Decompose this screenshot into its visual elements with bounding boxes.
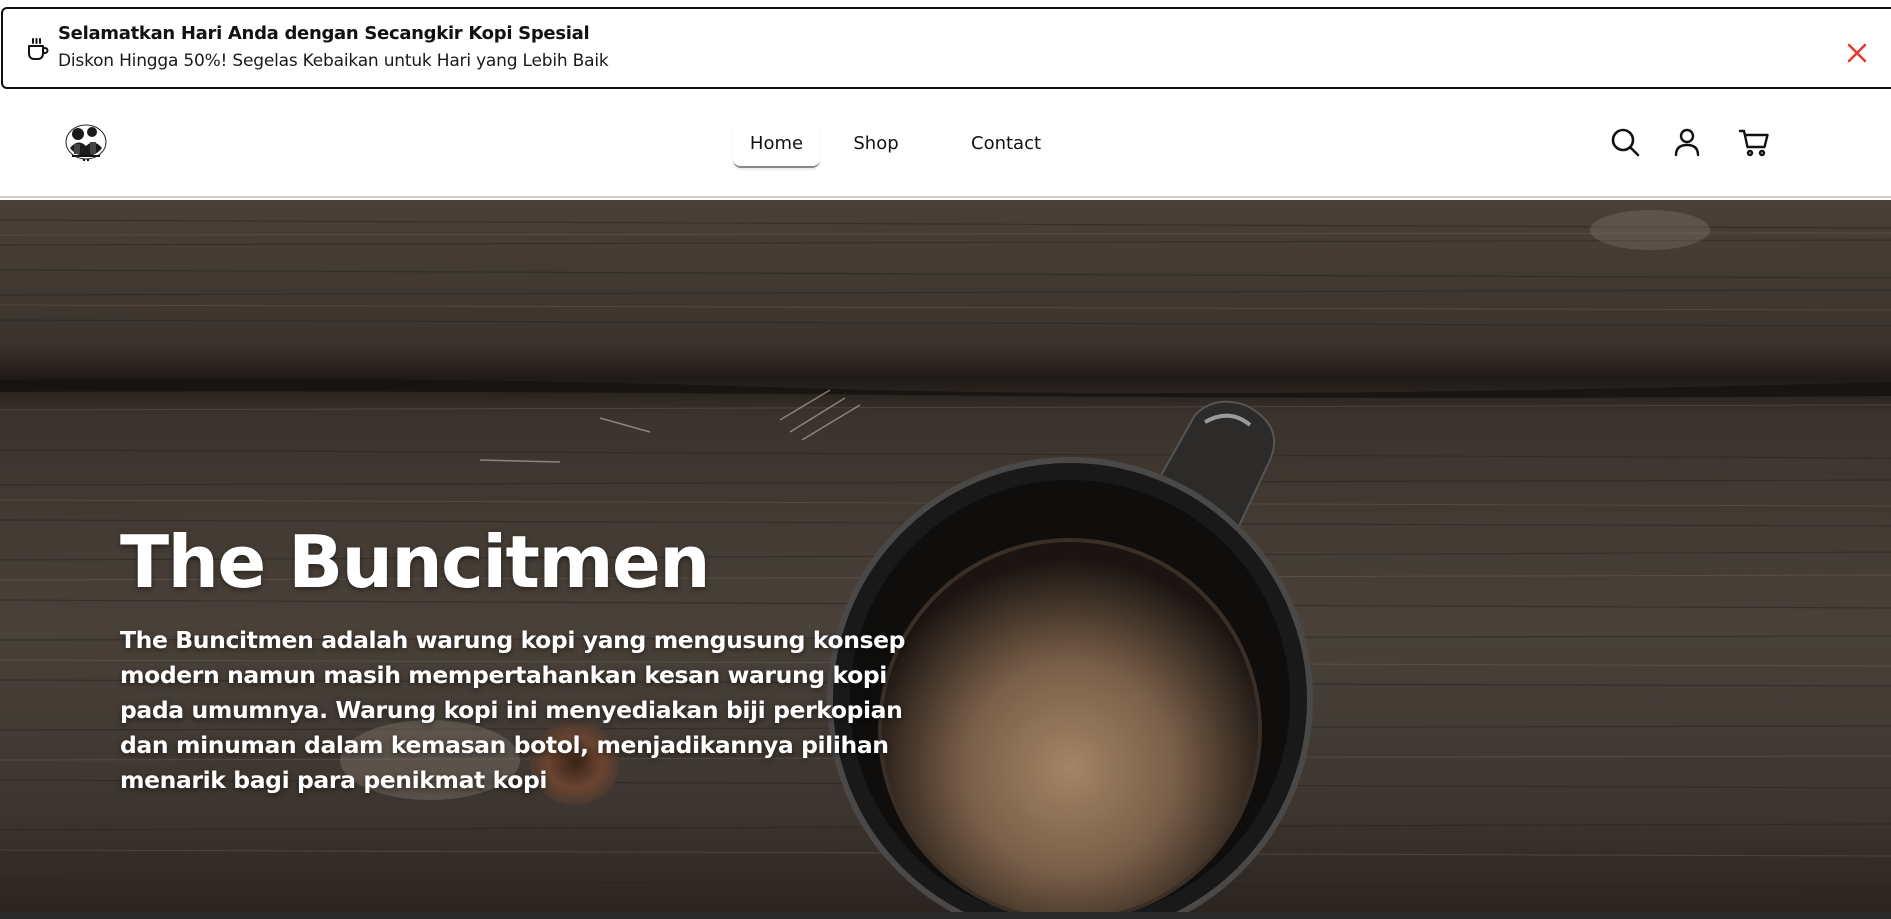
brand-logo[interactable] <box>60 118 112 166</box>
nav-home[interactable]: Home <box>733 128 820 168</box>
user-icon[interactable] <box>1671 126 1703 158</box>
nav-contact[interactable]: Contact <box>971 128 1041 168</box>
search-icon[interactable] <box>1609 126 1641 158</box>
hero-title: The Buncitmen <box>120 520 711 604</box>
hero-bottom-edge <box>0 912 1891 919</box>
promo-banner: Selamatkan Hari Anda dengan Secangkir Ko… <box>1 7 1891 89</box>
hero-section: The Buncitmen The Buncitmen adalah warun… <box>0 200 1891 915</box>
close-icon[interactable] <box>1843 39 1871 67</box>
promo-title: Selamatkan Hari Anda dengan Secangkir Ko… <box>58 23 590 44</box>
promo-subtitle: Diskon Hingga 50%! Segelas Kebaikan untu… <box>58 51 609 71</box>
site-header: Home Shop Contact <box>0 92 1891 198</box>
cart-icon[interactable] <box>1738 126 1770 158</box>
hero-description: The Buncitmen adalah warung kopi yang me… <box>120 626 906 794</box>
coffee-cup-icon <box>25 37 51 63</box>
nav-shop[interactable]: Shop <box>853 128 899 168</box>
